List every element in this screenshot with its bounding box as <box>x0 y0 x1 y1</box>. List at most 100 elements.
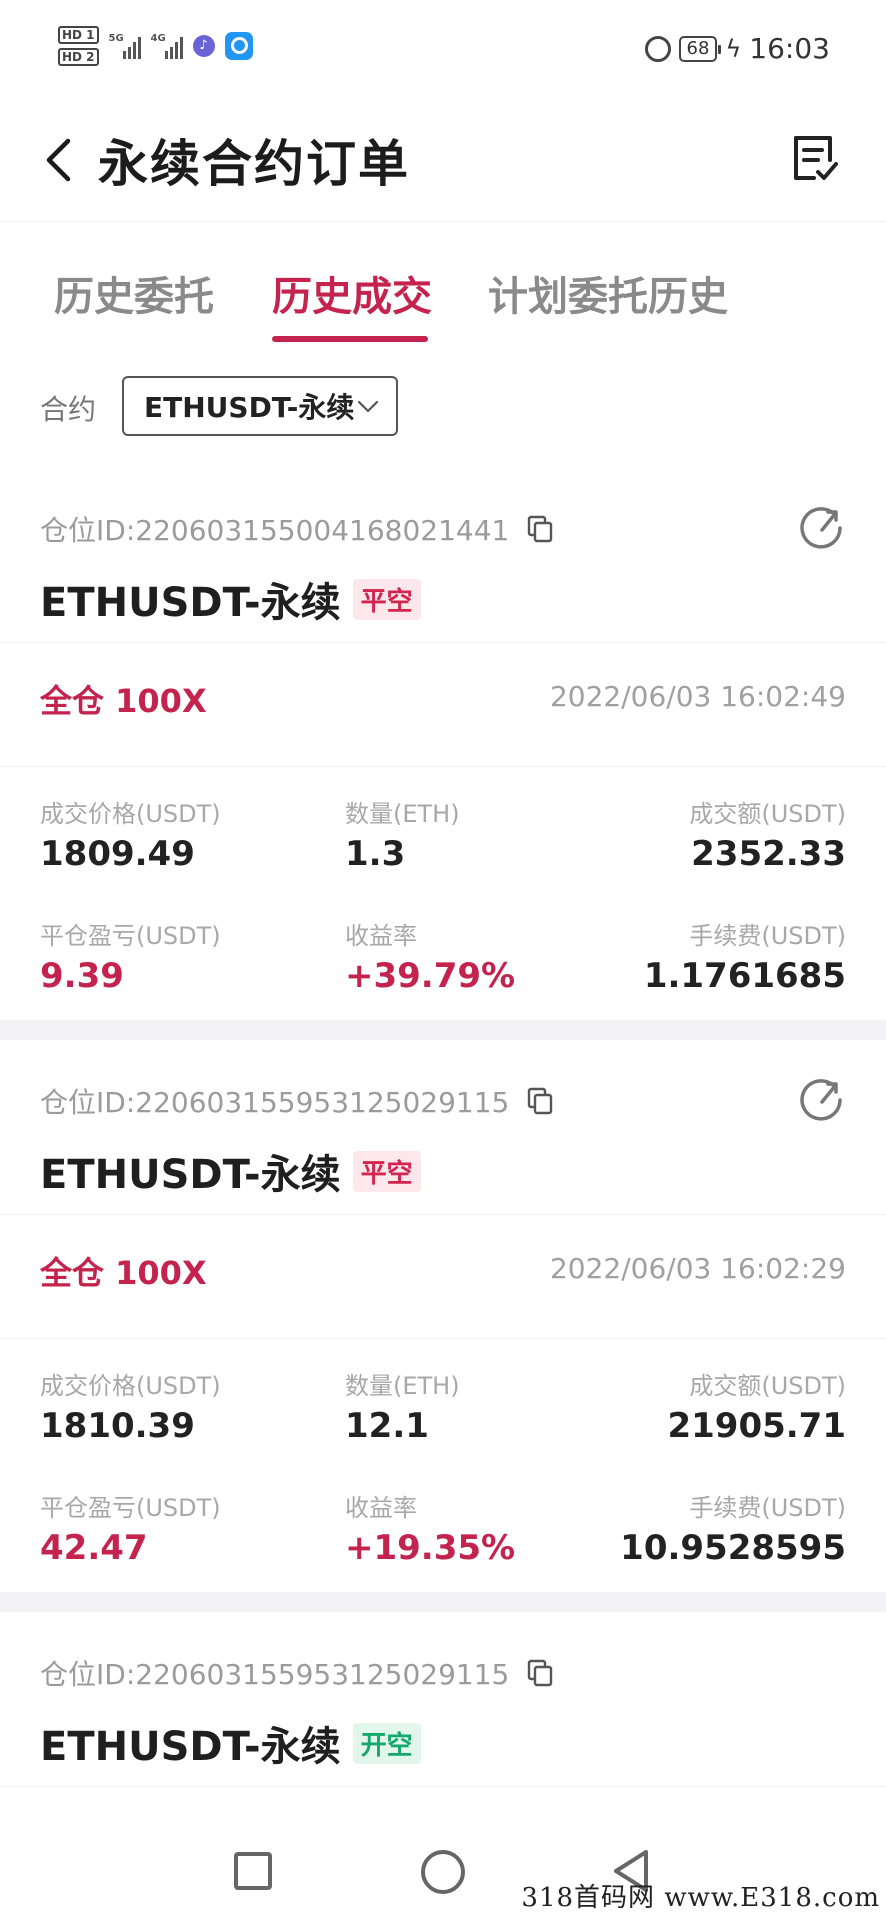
roi-label: 收益率 <box>345 1494 417 1522</box>
status-left: HD 1 HD 2 5G 4G ♪ <box>58 26 253 66</box>
status-right: 68 ϟ 16:03 <box>644 32 830 65</box>
tab-plan-history[interactable]: 计划委托历史 <box>488 264 728 322</box>
filter-label: 合约 <box>40 393 97 426</box>
copy-icon[interactable] <box>527 1087 553 1115</box>
order-symbol: ETHUSDT-永续 <box>40 580 341 626</box>
page-title: 永续合约订单 <box>98 135 410 193</box>
tab-history-trades[interactable]: 历史成交 <box>272 264 432 322</box>
amount-value: 2352.33 <box>691 834 846 874</box>
search-app-icon <box>224 32 253 60</box>
roi-value: +19.35% <box>345 1528 516 1568</box>
price-label: 成交价格(USDT) <box>40 1372 221 1400</box>
fee-label: 手续费(USDT) <box>689 922 846 950</box>
divider <box>0 766 886 767</box>
share-icon[interactable] <box>798 1076 846 1124</box>
contract-select[interactable]: ETHUSDT-永续 <box>122 376 398 436</box>
recent-apps-button[interactable] <box>234 1852 272 1890</box>
tab-bar: 历史委托 历史成交 计划委托历史 <box>0 222 886 348</box>
fee-value: 10.9528595 <box>620 1528 846 1568</box>
roi-value: +39.79% <box>345 956 516 996</box>
signal-5g-icon: 5G <box>109 33 141 59</box>
divider <box>0 1338 886 1339</box>
hd2-badge: HD 2 <box>58 48 99 66</box>
fee-value: 1.1761685 <box>643 956 846 996</box>
hd-indicators: HD 1 HD 2 <box>58 26 99 66</box>
qty-label: 数量(ETH) <box>345 1372 460 1400</box>
divider <box>0 1786 886 1787</box>
order-symbol: ETHUSDT-永续 <box>40 1724 341 1770</box>
price-value: 1809.49 <box>40 834 195 874</box>
screen: HD 1 HD 2 5G 4G ♪ 68 ϟ 16:03 永续合约订单 历史委托… <box>0 0 886 1920</box>
position-id: 仓位ID:220603155953125029115 <box>40 1086 510 1119</box>
signal-bar <box>122 51 126 59</box>
order-card-1: 仓位ID:22060315500416802144​1 ETHUSDT-永续 平… <box>0 504 886 1020</box>
status-bar: HD 1 HD 2 5G 4G ♪ 68 ϟ 16:03 <box>0 0 886 100</box>
order-card-2: 仓位ID:220603155953125029115 ETHUSDT-永续 平空… <box>0 1076 886 1592</box>
share-icon[interactable] <box>798 504 846 552</box>
copy-icon[interactable] <box>527 515 553 543</box>
leverage-label: 全仓 100X <box>40 1254 207 1292</box>
status-time: 16:03 <box>749 32 830 65</box>
amount-value: 21905.71 <box>667 1406 846 1446</box>
signal-bar <box>179 37 183 59</box>
note-check-icon <box>794 136 838 180</box>
fee-label: 手续费(USDT) <box>689 1494 846 1522</box>
divider <box>0 642 886 643</box>
roi-label: 收益率 <box>345 922 417 950</box>
contract-filter: 合约 ETHUSDT-永续 <box>0 370 886 436</box>
divider <box>0 1214 886 1215</box>
copy-icon[interactable] <box>527 1659 553 1687</box>
tab-history-orders[interactable]: 历史委托 <box>54 264 214 322</box>
qty-value: 1.3 <box>345 834 406 874</box>
side-tag: 平空 <box>352 1150 421 1192</box>
pnl-value: 42.47 <box>40 1528 148 1568</box>
leverage-label: 全仓 100X <box>40 682 207 720</box>
card-separator <box>0 1592 886 1612</box>
order-time: 2022/06/03 16:02:29 <box>549 1252 846 1285</box>
position-id: 仓位ID:220603155953125029115 <box>40 1658 510 1691</box>
chevron-left-icon <box>46 138 71 182</box>
active-tab-indicator <box>272 336 428 342</box>
symbol-row: ETHUSDT-永续 平空 <box>40 570 421 628</box>
order-card-3: 仓位ID:220603155953125029115 ETHUSDT-永续 开空 <box>0 1648 886 1826</box>
pnl-value: 9.39 <box>40 956 124 996</box>
system-nav-bar: 318首码网 www.E318.com <box>0 1826 886 1920</box>
price-value: 1810.39 <box>40 1406 195 1446</box>
contract-select-value: ETHUSDT-永续 <box>144 391 355 424</box>
price-label: 成交价格(USDT) <box>40 800 221 828</box>
alarm-icon <box>644 35 671 62</box>
signal-bar <box>174 42 178 59</box>
position-row: 仓位ID:22060315500416802144​1 <box>40 504 553 554</box>
side-tag: 开空 <box>352 1722 421 1764</box>
order-symbol: ETHUSDT-永续 <box>40 1152 341 1198</box>
net1-label: 5G <box>108 33 124 44</box>
back-button[interactable] <box>38 130 78 190</box>
amount-label: 成交额(USDT) <box>689 1372 846 1400</box>
charging-icon: ϟ <box>725 34 742 63</box>
hd1-badge: HD 1 <box>58 26 99 44</box>
signal-bar <box>127 47 131 59</box>
position-row: 仓位ID:220603155953125029115 <box>40 1076 553 1126</box>
symbol-row: ETHUSDT-永续 开空 <box>40 1714 421 1772</box>
order-note-button[interactable] <box>786 130 842 186</box>
home-button[interactable] <box>421 1850 465 1894</box>
signal-bar <box>132 42 136 59</box>
battery-indicator: 68 <box>678 35 722 62</box>
music-app-icon: ♪ <box>192 35 215 57</box>
qty-value: 12.1 <box>345 1406 429 1446</box>
pnl-label: 平仓盈亏(USDT) <box>40 1494 221 1522</box>
signal-bar <box>164 51 168 59</box>
chevron-down-icon <box>357 400 379 413</box>
qty-label: 数量(ETH) <box>345 800 460 828</box>
position-id: 仓位ID:22060315500416802144​1 <box>40 514 510 547</box>
signal-bar <box>137 37 141 59</box>
watermark-text: 318首码网 www.E318.com <box>521 1883 880 1913</box>
side-tag: 平空 <box>352 578 421 620</box>
position-row: 仓位ID:220603155953125029115 <box>40 1648 553 1698</box>
signal-bar <box>169 47 173 59</box>
pnl-label: 平仓盈亏(USDT) <box>40 922 221 950</box>
order-time: 2022/06/03 16:02:49 <box>549 680 846 713</box>
signal-4g-icon: 4G <box>151 33 183 59</box>
amount-label: 成交额(USDT) <box>689 800 846 828</box>
symbol-row: ETHUSDT-永续 平空 <box>40 1142 421 1200</box>
